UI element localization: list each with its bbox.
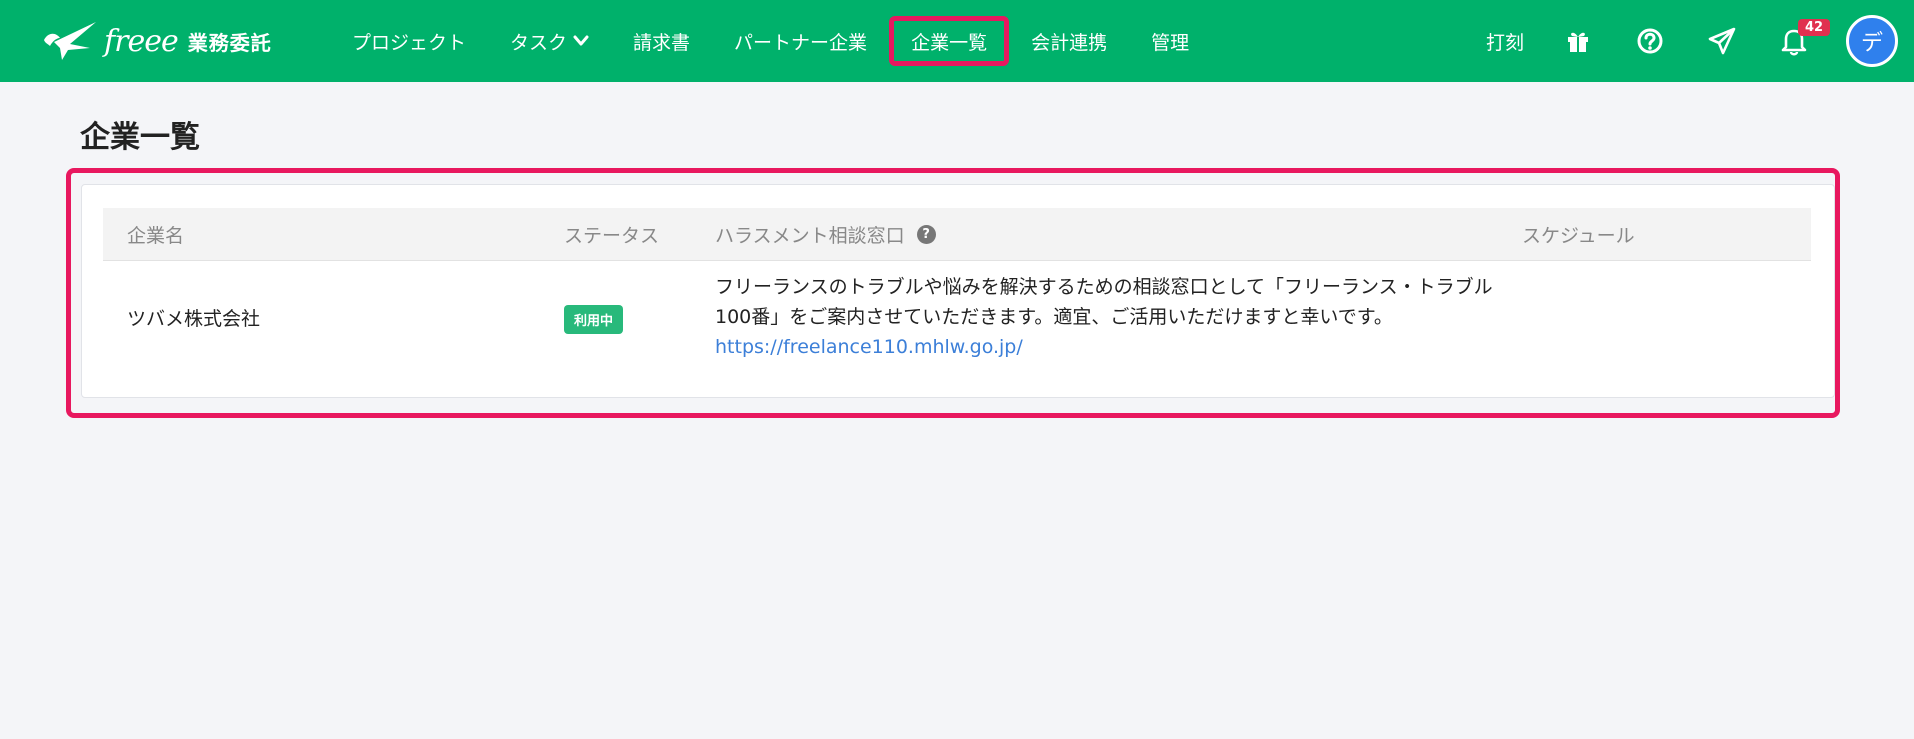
- company-name-cell[interactable]: ツバメ株式会社: [127, 304, 260, 331]
- page-title: 企業一覧: [80, 120, 200, 155]
- harassment-link[interactable]: https://freelance110.mhlw.go.jp/: [715, 336, 1023, 358]
- nav-item-accounting[interactable]: 会計連携: [1009, 16, 1129, 66]
- nav-item-companies[interactable]: 企業一覧: [889, 16, 1010, 66]
- nav-label: プロジェクト: [352, 31, 467, 54]
- status-badge: 利用中: [564, 305, 624, 334]
- freee-logo[interactable]: freee 業務委託: [40, 18, 272, 64]
- nav-label: 企業一覧: [911, 31, 988, 54]
- nav-item-partners[interactable]: パートナー企業: [712, 16, 889, 66]
- nav-label: 会計連携: [1031, 31, 1108, 54]
- help-icon[interactable]: [1630, 21, 1670, 61]
- nav-item-admin[interactable]: 管理: [1129, 16, 1211, 66]
- column-header-schedule: スケジュール: [1522, 225, 1635, 247]
- send-icon[interactable]: [1702, 21, 1742, 61]
- logo-text: freee: [104, 23, 179, 59]
- harassment-description: フリーランスのトラブルや悩みを解決するための相談窓口として「フリーランス・トラブ…: [715, 272, 1505, 362]
- gift-icon[interactable]: [1558, 21, 1598, 61]
- header-actions: 打刻 42 デ: [1486, 0, 1914, 82]
- column-header-harassment-label: ハラスメント相談窓口: [715, 225, 905, 247]
- nav-label: 請求書: [633, 31, 691, 54]
- harassment-text: フリーランスのトラブルや悩みを解決するための相談窓口として「フリーランス・トラブ…: [715, 276, 1493, 328]
- main-nav: プロジェクト タスク 請求書 パートナー企業 企業一覧 会計連携 管理: [330, 0, 1211, 82]
- freee-bird-logo-icon: [40, 18, 100, 64]
- nav-label: タスク: [510, 31, 568, 54]
- top-header: freee 業務委託 プロジェクト タスク 請求書 パートナー企業 企業一覧 会…: [0, 0, 1914, 82]
- nav-item-projects[interactable]: プロジェクト: [330, 16, 488, 66]
- column-header-harassment: ハラスメント相談窓口 ?: [715, 208, 936, 261]
- nav-item-invoices[interactable]: 請求書: [611, 16, 712, 66]
- avatar[interactable]: デ: [1846, 15, 1898, 67]
- column-header-company: 企業名: [127, 225, 185, 247]
- question-circle-icon[interactable]: ?: [916, 225, 936, 244]
- nav-label: 管理: [1151, 31, 1190, 54]
- punch-button[interactable]: 打刻: [1486, 28, 1524, 55]
- logo-subtitle: 業務委託: [187, 30, 272, 55]
- notification-count-badge: 42: [1798, 19, 1831, 36]
- chevron-down-icon: [573, 30, 589, 52]
- column-header-status: ステータス: [564, 225, 660, 247]
- nav-item-tasks[interactable]: タスク: [488, 16, 611, 66]
- bell-icon[interactable]: 42: [1774, 19, 1831, 61]
- table-header: 企業名 ステータス ハラスメント相談窓口 ? スケジュール: [103, 208, 1811, 261]
- nav-label: パートナー企業: [734, 31, 868, 54]
